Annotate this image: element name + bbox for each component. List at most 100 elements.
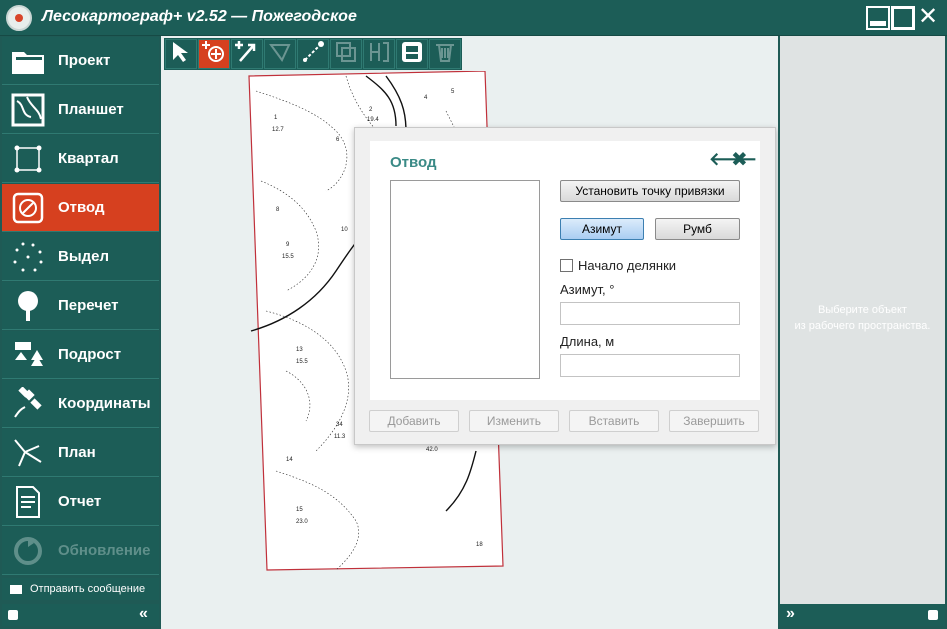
map-label: 15.5 bbox=[296, 359, 308, 365]
expand-right-icon[interactable]: » bbox=[786, 605, 795, 623]
map-label: 11.3 bbox=[334, 434, 346, 440]
split-tool-button[interactable] bbox=[363, 39, 395, 69]
map-label: 10 bbox=[341, 227, 348, 233]
window-title: Лесокартограф+ v2.52 — Пожегодское bbox=[42, 8, 357, 25]
send-message-label: Отправить сообщение bbox=[30, 583, 146, 595]
nav-item-3[interactable]: Отвод bbox=[2, 184, 159, 232]
start-plot-label: Начало делянки bbox=[578, 258, 677, 273]
select-arrow-tool-button[interactable] bbox=[165, 39, 197, 69]
shape-tool-button[interactable] bbox=[264, 39, 296, 69]
select-arrow-icon bbox=[169, 40, 193, 69]
minimize-button[interactable] bbox=[866, 6, 890, 30]
pin-icon[interactable] bbox=[8, 610, 18, 620]
shape-icon bbox=[268, 40, 292, 69]
nav-item-5[interactable]: Перечет bbox=[2, 282, 159, 330]
trash-icon bbox=[433, 40, 457, 69]
send-message-button[interactable]: Отправить сообщение bbox=[2, 578, 159, 600]
nav-item-6[interactable]: Подрост bbox=[2, 331, 159, 379]
map-label: 14 bbox=[286, 457, 293, 463]
nav-label: Координаты bbox=[58, 395, 151, 412]
edit-node-icon bbox=[301, 40, 325, 69]
map-label: 15.5 bbox=[282, 254, 294, 260]
nav-item-8[interactable]: План bbox=[2, 429, 159, 477]
copy-icon bbox=[334, 40, 358, 69]
change-button[interactable]: Изменить bbox=[469, 410, 559, 432]
select-object-hint: Выберите объект из рабочего пространства… bbox=[780, 302, 945, 334]
nav-label: Перечет bbox=[58, 297, 119, 314]
close-window-button[interactable]: ✕ bbox=[916, 5, 940, 30]
nav-label: План bbox=[58, 444, 96, 461]
collapse-left-icon[interactable]: « bbox=[139, 605, 148, 623]
map-label: 12.7 bbox=[272, 127, 284, 133]
nav-label: Проект bbox=[58, 52, 111, 69]
dotted-area-icon bbox=[8, 237, 48, 277]
trash-tool-button[interactable] bbox=[429, 39, 461, 69]
properties-panel-body: Выберите объект из рабочего пространства… bbox=[780, 36, 945, 604]
left-footer: « bbox=[2, 604, 159, 626]
update-icon bbox=[8, 531, 48, 571]
length-label: Длина, м bbox=[560, 334, 615, 349]
start-plot-checkbox[interactable] bbox=[560, 259, 573, 272]
maximize-button[interactable] bbox=[891, 6, 915, 30]
map-label: 42.0 bbox=[426, 447, 438, 453]
copy-tool-button[interactable] bbox=[330, 39, 362, 69]
insert-button[interactable]: Вставить bbox=[569, 410, 659, 432]
app-logo-icon bbox=[6, 5, 32, 31]
edit-node-tool-button[interactable] bbox=[297, 39, 329, 69]
dialog-title: Отвод bbox=[390, 154, 437, 171]
nav-label: Подрост bbox=[58, 346, 122, 363]
add-point-icon bbox=[201, 39, 227, 70]
mail-icon bbox=[10, 584, 22, 594]
nav-label: Выдел bbox=[58, 248, 110, 265]
title-bar: Лесокартограф+ v2.52 — Пожегодское ✕ bbox=[0, 0, 947, 36]
nav-label: Обновление bbox=[58, 542, 151, 559]
map-label: 15 bbox=[296, 507, 303, 513]
rumb-toggle-button[interactable]: Румб bbox=[655, 218, 740, 240]
nav-item-10[interactable]: Обновление bbox=[2, 527, 159, 575]
azimuth-toggle-button[interactable]: Азимут bbox=[560, 218, 644, 240]
nav-item-9[interactable]: Отчет bbox=[2, 478, 159, 526]
dialog-body: Отвод 🡐 ✖ Установить точку привязки Азим… bbox=[370, 141, 760, 400]
compass-icon bbox=[8, 188, 48, 228]
print-icon bbox=[400, 40, 424, 69]
workspace[interactable]: 1 12.7 2 19.4 4 5 6 8 9 15.5 10 13 15.5 14 34 11.3 42.0 1… bbox=[161, 36, 778, 629]
azimuth-input[interactable] bbox=[560, 302, 740, 325]
saplings-icon bbox=[8, 335, 48, 375]
nav-item-4[interactable]: Выдел bbox=[2, 233, 159, 281]
map-label: 18 bbox=[476, 542, 483, 548]
map-toolbar bbox=[164, 38, 462, 70]
nav-item-1[interactable]: Планшет bbox=[2, 86, 159, 134]
left-nav: Проект Планшет Квартал Отвод Выдел Перечет Под… bbox=[0, 36, 161, 629]
folder-icon bbox=[8, 41, 48, 81]
add-button[interactable]: Добавить bbox=[369, 410, 459, 432]
map-label: 23.0 bbox=[296, 519, 308, 525]
nav-label: Планшет bbox=[58, 101, 124, 118]
right-footer: » bbox=[780, 604, 945, 626]
tree-icon bbox=[8, 286, 48, 326]
hint-line-1: Выберите объект bbox=[818, 304, 907, 316]
properties-panel: Выберите объект из рабочего пространства… bbox=[778, 36, 947, 629]
add-line-icon bbox=[234, 39, 260, 70]
split-icon bbox=[367, 40, 391, 69]
map-label: 19.4 bbox=[367, 117, 379, 123]
map-label: 34 bbox=[336, 422, 343, 428]
close-icon[interactable]: ✖ bbox=[731, 147, 748, 172]
add-point-tool-button[interactable] bbox=[198, 39, 230, 69]
otvod-dialog: Отвод 🡐 ✖ Установить точку привязки Азим… bbox=[354, 127, 776, 445]
points-list[interactable] bbox=[390, 180, 540, 379]
print-tool-button[interactable] bbox=[396, 39, 428, 69]
add-line-tool-button[interactable] bbox=[231, 39, 263, 69]
map-label: 13 bbox=[296, 347, 303, 353]
plan-icon bbox=[8, 433, 48, 473]
nav-label: Отвод bbox=[58, 199, 105, 216]
nav-item-7[interactable]: Координаты bbox=[2, 380, 159, 428]
hint-line-2: из рабочего пространства. bbox=[794, 320, 931, 332]
set-anchor-point-button[interactable]: Установить точку привязки bbox=[560, 180, 740, 202]
length-input[interactable] bbox=[560, 354, 740, 377]
report-icon bbox=[8, 482, 48, 522]
nav-item-0[interactable]: Проект bbox=[2, 37, 159, 85]
map-sheet-icon bbox=[8, 90, 48, 130]
nav-item-2[interactable]: Квартал bbox=[2, 135, 159, 183]
finish-button[interactable]: Завершить bbox=[669, 410, 759, 432]
pin-right-icon[interactable] bbox=[928, 610, 938, 620]
